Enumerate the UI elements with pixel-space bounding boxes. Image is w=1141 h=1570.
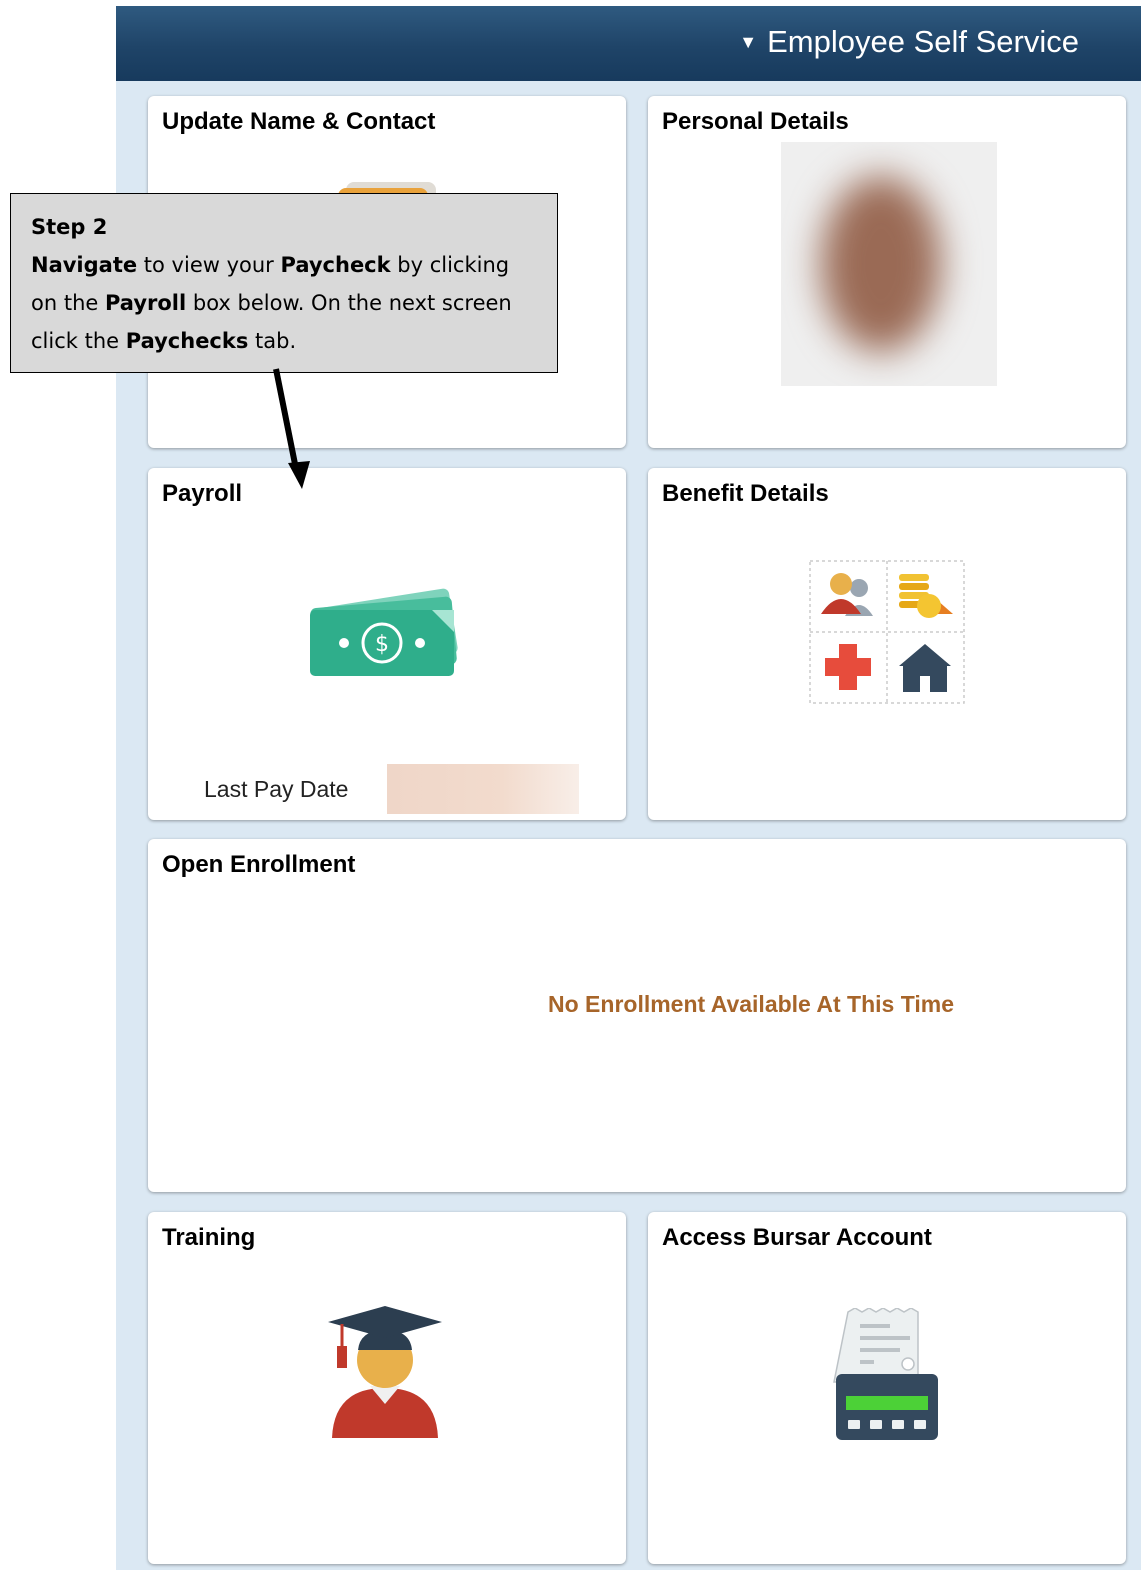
- tile-access-bursar-account[interactable]: Access Bursar Account: [648, 1212, 1126, 1564]
- menu-label: Employee Self Service: [767, 24, 1079, 59]
- tile-benefit-details[interactable]: Benefit Details: [648, 468, 1126, 820]
- coins-icon: [899, 574, 953, 618]
- profile-face: [821, 176, 941, 352]
- graduate-icon: [328, 1306, 442, 1438]
- tile-title: Training: [162, 1224, 256, 1251]
- last-pay-date-label: Last Pay Date: [204, 776, 349, 802]
- tile-open-enrollment[interactable]: Open Enrollment No Enrollment Available …: [148, 839, 1126, 1192]
- tile-title: Personal Details: [662, 108, 849, 135]
- register-receipt-icon: [833, 1308, 938, 1440]
- last-pay-date-value: [387, 764, 579, 814]
- tile-personal-details[interactable]: Personal Details: [648, 96, 1126, 448]
- medical-cross-icon: [825, 644, 871, 690]
- callout-heading: Step 2: [31, 215, 108, 239]
- tile-title: Open Enrollment: [162, 851, 356, 878]
- house-icon: [899, 644, 951, 692]
- caret-down-icon: ▼: [739, 31, 758, 52]
- svg-text:$: $: [375, 632, 389, 657]
- header-bar: ▼ Employee Self Service: [116, 6, 1141, 81]
- callout-body: Navigate to view your Paycheck by clicki…: [31, 253, 512, 353]
- profile-photo: [781, 142, 997, 386]
- tile-title: Payroll: [162, 480, 243, 507]
- people-icon: [821, 573, 873, 616]
- tile-title: Benefit Details: [662, 480, 829, 507]
- tile-title: Access Bursar Account: [662, 1224, 932, 1251]
- money-icon: $: [310, 588, 458, 676]
- tile-payroll[interactable]: Payroll $ Last Pay Date: [148, 468, 626, 820]
- callout-arrow: [273, 368, 310, 489]
- instruction-callout: Step 2 Navigate to view your Paycheck by…: [10, 193, 558, 373]
- benefits-grid-icon: [809, 560, 965, 704]
- employee-self-service-menu[interactable]: ▼ Employee Self Service: [739, 22, 1079, 62]
- tile-training[interactable]: Training: [148, 1212, 626, 1564]
- tile-title: Update Name & Contact: [162, 108, 436, 135]
- enrollment-status-message: No Enrollment Available At This Time: [548, 991, 954, 1017]
